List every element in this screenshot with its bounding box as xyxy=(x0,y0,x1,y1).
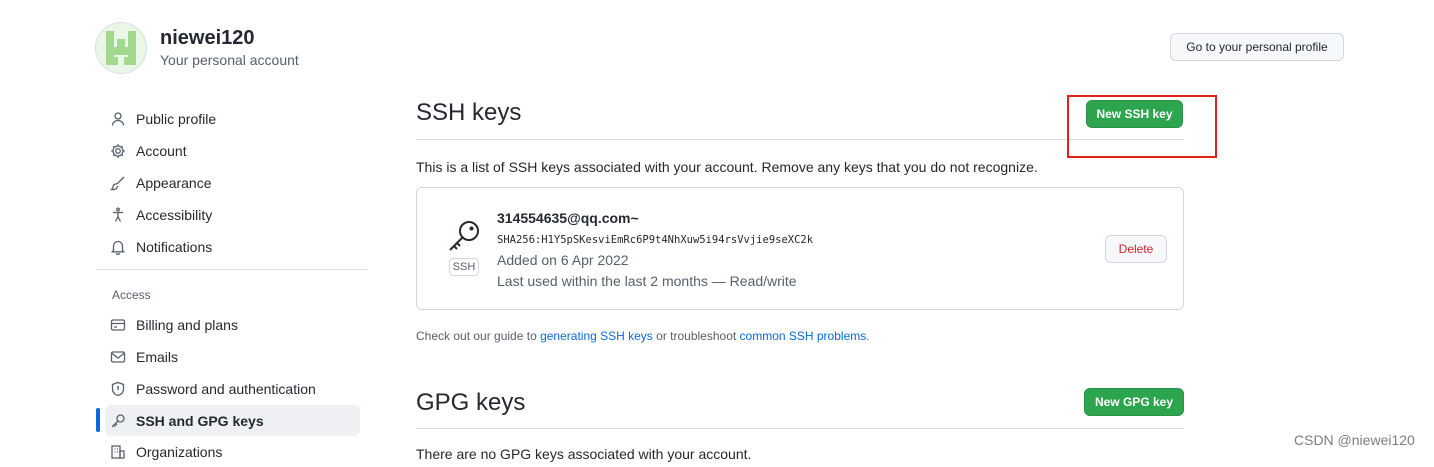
ssh-key-last-used: Last used within the last 2 months — Rea… xyxy=(497,273,797,289)
key-icon xyxy=(110,413,126,429)
gpg-empty-text: There are no GPG keys associated with yo… xyxy=(416,446,752,462)
sidebar-item-label: Public profile xyxy=(136,111,217,127)
accessibility-icon xyxy=(110,207,126,223)
sidebar-item-appearance[interactable]: Appearance xyxy=(110,168,212,198)
generating-ssh-keys-link[interactable]: generating SSH keys xyxy=(540,329,653,343)
sidebar-item-label: Appearance xyxy=(136,175,212,191)
ssh-guide-text: Check out our guide to generating SSH ke… xyxy=(416,329,870,343)
sidebar-item-organizations[interactable]: Organizations xyxy=(110,437,222,467)
ssh-key-title: 314554635@qq.com~ xyxy=(497,210,639,226)
sidebar-item-label: Notifications xyxy=(136,239,213,255)
guide-middle: or troubleshoot xyxy=(652,329,740,343)
person-icon xyxy=(110,111,126,127)
gpg-keys-heading: GPG keys xyxy=(416,389,526,416)
sidebar-divider xyxy=(96,269,368,270)
new-gpg-key-button[interactable]: New GPG key xyxy=(1084,388,1184,416)
ssh-keys-heading: SSH keys xyxy=(416,99,522,126)
common-ssh-problems-link[interactable]: common SSH problems xyxy=(740,329,867,343)
sidebar-item-emails[interactable]: Emails xyxy=(110,342,178,372)
organization-icon xyxy=(110,444,126,460)
sidebar-item-account[interactable]: Account xyxy=(110,136,187,166)
go-to-profile-button[interactable]: Go to your personal profile xyxy=(1170,33,1344,61)
sidebar-item-label: Accessibility xyxy=(136,207,213,223)
delete-ssh-key-button[interactable]: Delete xyxy=(1105,235,1167,263)
sidebar-active-indicator xyxy=(96,408,100,432)
gpg-heading-divider xyxy=(416,428,1184,429)
ssh-key-added-date: Added on 6 Apr 2022 xyxy=(497,252,629,268)
sidebar-item-label: Account xyxy=(136,143,187,159)
gear-icon xyxy=(110,143,126,159)
account-username[interactable]: niewei120 xyxy=(160,27,255,50)
sidebar-item-billing[interactable]: Billing and plans xyxy=(110,310,238,340)
sidebar-section-access: Access xyxy=(112,288,151,302)
ssh-description: This is a list of SSH keys associated wi… xyxy=(416,159,1038,175)
account-subtitle: Your personal account xyxy=(160,52,299,68)
mail-icon xyxy=(110,349,126,365)
ssh-key-card xyxy=(416,187,1184,310)
sidebar-item-label: Emails xyxy=(136,349,179,365)
ssh-badge: SSH xyxy=(449,258,479,276)
watermark: CSDN @niewei120 xyxy=(1294,432,1415,448)
sidebar-item-password[interactable]: Password and authentication xyxy=(110,374,316,404)
shield-lock-icon xyxy=(110,381,126,397)
sidebar-item-label: SSH and GPG keys xyxy=(136,413,264,429)
sidebar-item-ssh-gpg-keys[interactable]: SSH and GPG keys xyxy=(110,406,264,436)
sidebar-item-label: Password and authentication xyxy=(136,381,316,397)
guide-prefix: Check out our guide to xyxy=(416,329,541,343)
sidebar-item-label: Billing and plans xyxy=(136,317,238,333)
sidebar-item-accessibility[interactable]: Accessibility xyxy=(110,200,212,230)
identicon-image xyxy=(96,23,146,73)
sidebar-item-label: Organizations xyxy=(136,444,223,460)
key-icon xyxy=(446,218,482,254)
paintbrush-icon xyxy=(110,175,126,191)
ssh-key-fingerprint: SHA256:H1Y5pSKesviEmRc6P9t4NhXuw5i94rsVv… xyxy=(497,234,814,246)
sidebar-item-public-profile[interactable]: Public profile xyxy=(110,104,216,134)
guide-suffix: . xyxy=(866,329,870,343)
highlight-annotation-box xyxy=(1067,95,1217,158)
credit-card-icon xyxy=(110,317,126,333)
bell-icon xyxy=(110,239,126,255)
avatar[interactable] xyxy=(95,22,147,74)
sidebar-item-notifications[interactable]: Notifications xyxy=(110,232,212,262)
